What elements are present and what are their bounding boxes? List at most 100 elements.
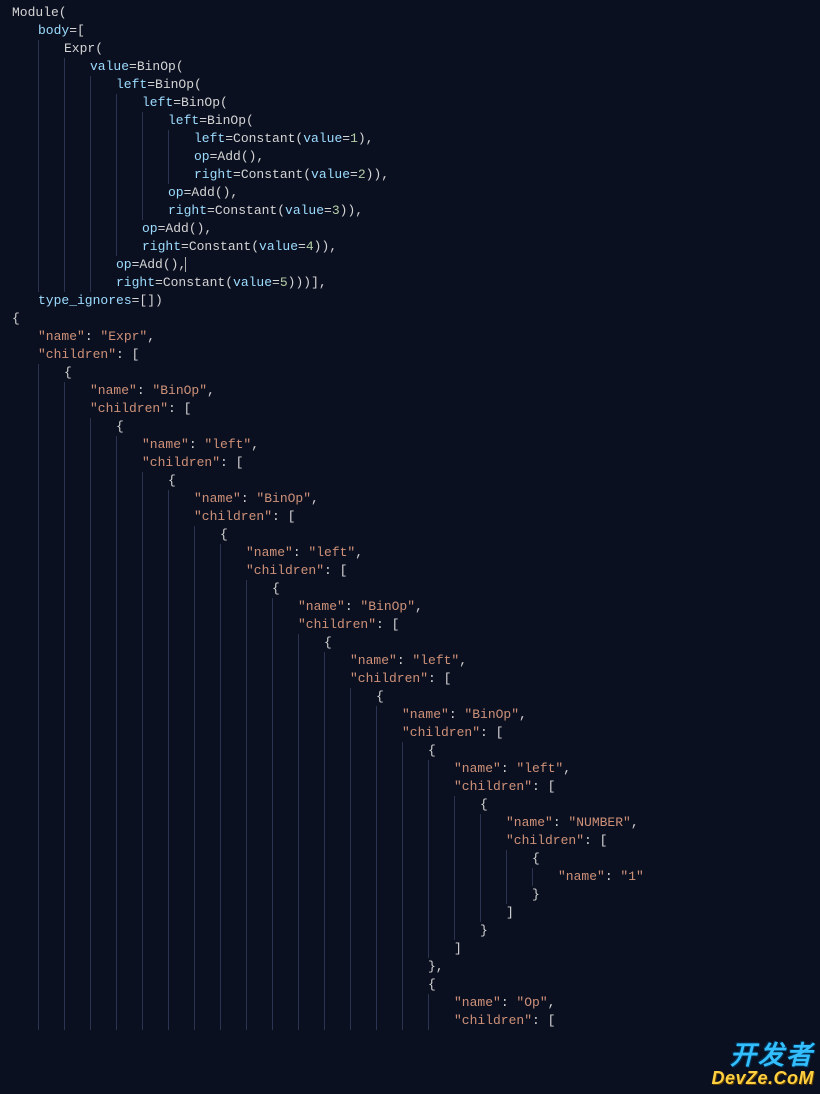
code-line[interactable]: op=Add(), (12, 148, 820, 166)
code-line[interactable]: { (12, 580, 820, 598)
indent-guide (12, 346, 38, 364)
code-line[interactable]: { (12, 688, 820, 706)
indent-guide (402, 922, 428, 940)
code-line[interactable]: "name": "BinOp", (12, 598, 820, 616)
code-content: "children": [ (194, 508, 295, 526)
indent-guide (90, 904, 116, 922)
code-line[interactable]: right=Constant(value=2)), (12, 166, 820, 184)
code-line[interactable]: "children": [ (12, 1012, 820, 1030)
code-line[interactable]: left=BinOp( (12, 76, 820, 94)
token: =Constant( (233, 167, 311, 182)
code-line[interactable]: { (12, 976, 820, 994)
token: { (428, 743, 436, 758)
indent-guide (116, 868, 142, 886)
code-line[interactable]: { (12, 418, 820, 436)
indent-guide (116, 544, 142, 562)
code-line[interactable]: "name": "left", (12, 544, 820, 562)
code-line[interactable]: body=[ (12, 22, 820, 40)
code-line[interactable]: Expr( (12, 40, 820, 58)
code-line[interactable]: "children": [ (12, 670, 820, 688)
code-line[interactable]: "children": [ (12, 616, 820, 634)
code-content: "name": "left", (350, 652, 467, 670)
indent-guide (64, 724, 90, 742)
code-line[interactable]: "children": [ (12, 400, 820, 418)
indent-guide (12, 382, 38, 400)
code-line[interactable]: { (12, 310, 820, 328)
code-line[interactable]: left=BinOp( (12, 94, 820, 112)
code-line[interactable]: left=BinOp( (12, 112, 820, 130)
code-line[interactable]: right=Constant(value=5)))], (12, 274, 820, 292)
token: "name" (350, 653, 397, 668)
indent-guide (194, 652, 220, 670)
indent-guide (246, 1012, 272, 1030)
indent-guide (324, 832, 350, 850)
code-line[interactable]: } (12, 922, 820, 940)
code-line[interactable]: "name": "Op", (12, 994, 820, 1012)
code-line[interactable]: "name": "BinOp", (12, 706, 820, 724)
indent-guide (168, 544, 194, 562)
code-content: op=Add(), (168, 184, 238, 202)
code-line[interactable]: { (12, 850, 820, 868)
indent-guide (350, 958, 376, 976)
code-line[interactable]: { (12, 472, 820, 490)
token: "BinOp" (152, 383, 207, 398)
code-content: "name": "BinOp", (298, 598, 423, 616)
indent-guide (38, 562, 64, 580)
token: =BinOp( (199, 113, 254, 128)
code-line[interactable]: "children": [ (12, 346, 820, 364)
code-line[interactable]: "children": [ (12, 562, 820, 580)
code-line[interactable]: right=Constant(value=4)), (12, 238, 820, 256)
code-line[interactable]: ] (12, 940, 820, 958)
code-content: { (532, 850, 540, 868)
token: , (415, 599, 423, 614)
code-line[interactable]: right=Constant(value=3)), (12, 202, 820, 220)
indent-guide (64, 94, 90, 112)
indent-guide (64, 580, 90, 598)
indent-guide (480, 886, 506, 904)
code-line[interactable]: } (12, 886, 820, 904)
code-line[interactable]: { (12, 364, 820, 382)
indent-guide (298, 742, 324, 760)
indent-guide (142, 580, 168, 598)
code-line[interactable]: "name": "left", (12, 760, 820, 778)
code-line[interactable]: { (12, 526, 820, 544)
code-line[interactable]: "children": [ (12, 778, 820, 796)
code-line[interactable]: "children": [ (12, 508, 820, 526)
code-line[interactable]: "children": [ (12, 724, 820, 742)
code-line[interactable]: type_ignores=[]) (12, 292, 820, 310)
indent-guide (428, 904, 454, 922)
code-content: type_ignores=[]) (38, 292, 163, 310)
code-line[interactable]: ] (12, 904, 820, 922)
code-line[interactable]: "name": "BinOp", (12, 382, 820, 400)
code-line[interactable]: { (12, 742, 820, 760)
code-line[interactable]: value=BinOp( (12, 58, 820, 76)
indent-guide (220, 580, 246, 598)
code-line[interactable]: { (12, 796, 820, 814)
token: Expr( (64, 41, 103, 56)
code-line[interactable]: }, (12, 958, 820, 976)
code-editor[interactable]: Module(body=[Expr(value=BinOp(left=BinOp… (0, 0, 820, 1030)
code-line[interactable]: "children": [ (12, 832, 820, 850)
code-line[interactable]: "name": "left", (12, 652, 820, 670)
code-line[interactable]: "name": "Expr", (12, 328, 820, 346)
code-line[interactable]: left=Constant(value=1), (12, 130, 820, 148)
code-line[interactable]: "name": "1" (12, 868, 820, 886)
code-line[interactable]: op=Add(), (12, 184, 820, 202)
code-line[interactable]: "children": [ (12, 454, 820, 472)
indent-guide (90, 148, 116, 166)
indent-guide (168, 814, 194, 832)
token: { (12, 311, 20, 326)
code-line[interactable]: op=Add(), (12, 220, 820, 238)
indent-guide (168, 850, 194, 868)
token: : (345, 599, 361, 614)
indent-guide (116, 1012, 142, 1030)
code-line[interactable]: "name": "BinOp", (12, 490, 820, 508)
code-line[interactable]: "name": "left", (12, 436, 820, 454)
code-line[interactable]: "name": "NUMBER", (12, 814, 820, 832)
indent-guide (324, 904, 350, 922)
indent-guide (324, 868, 350, 886)
code-line[interactable]: op=Add(), (12, 256, 820, 274)
code-line[interactable]: Module( (12, 4, 820, 22)
indent-guide (64, 418, 90, 436)
code-line[interactable]: { (12, 634, 820, 652)
